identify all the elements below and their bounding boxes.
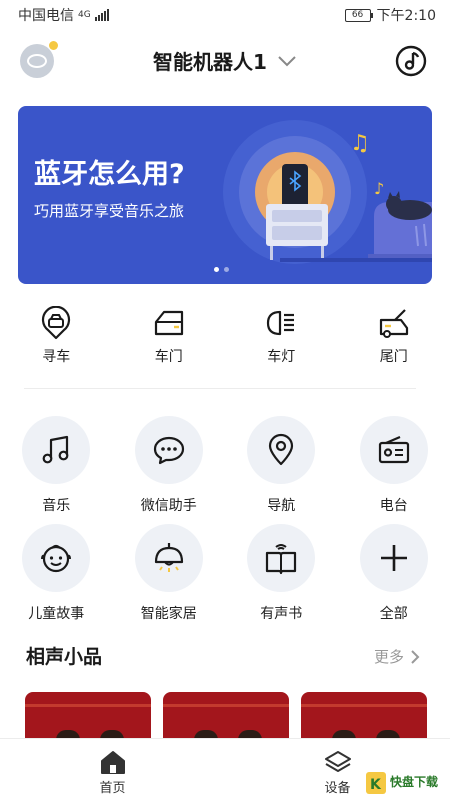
- bluetooth-illustration: ♫ ♪: [223, 120, 432, 264]
- quick-action-label: 车门: [154, 349, 183, 365]
- location-pin-icon: [269, 433, 294, 466]
- status-bar: 中国电信 4G 66 下午2:10: [0, 0, 450, 30]
- quick-action-label: 车灯: [267, 349, 296, 365]
- feature-icon-bg: [22, 416, 91, 484]
- battery-level: 66: [351, 10, 364, 20]
- feature-grid: 音乐 微信助手 导航 电台 儿童故事 智能家居 有声书 全部: [0, 416, 450, 632]
- feature-icon-bg: [359, 524, 428, 592]
- feature-smart-home[interactable]: 智能家居: [113, 524, 226, 632]
- quick-action-lights[interactable]: 车灯: [225, 306, 338, 374]
- svg-text:快盘下载: 快盘下载: [390, 774, 438, 789]
- feature-row: 儿童故事 智能家居 有声书 全部: [0, 524, 450, 632]
- battery-icon: 66: [344, 8, 373, 22]
- feature-icon-bg: [134, 524, 203, 592]
- tailgate-icon: [379, 309, 408, 338]
- feature-label: 电台: [379, 498, 408, 514]
- feature-all[interactable]: 全部: [338, 524, 450, 632]
- feature-label: 微信助手: [140, 498, 197, 514]
- quick-actions: 寻车 车门 车灯 尾门: [0, 306, 450, 374]
- feature-music[interactable]: 音乐: [0, 416, 113, 524]
- carousel-dot: [214, 267, 219, 272]
- tab-home[interactable]: 首页: [0, 739, 225, 800]
- plus-icon: [380, 545, 407, 571]
- svg-text:♫: ♫: [350, 131, 370, 156]
- app-header: 智能机器人1: [0, 38, 450, 84]
- robot-selector[interactable]: 智能机器人1: [0, 46, 450, 75]
- home-icon: [100, 751, 125, 774]
- child-face-icon: [41, 544, 72, 573]
- chat-bubble-icon: [153, 436, 184, 465]
- card-decoration: [163, 704, 289, 707]
- banner-subtitle: 巧用蓝牙享受音乐之旅: [34, 202, 185, 220]
- feature-radio[interactable]: 电台: [338, 416, 450, 524]
- car-locate-icon: [42, 306, 71, 340]
- quick-action-find-car[interactable]: 寻车: [0, 306, 113, 374]
- more-label: 更多: [373, 648, 404, 666]
- clock: 下午2:10: [376, 8, 436, 24]
- car-door-icon: [154, 310, 183, 336]
- feature-wechat[interactable]: 微信助手: [113, 416, 226, 524]
- card-decoration: [301, 704, 427, 707]
- carousel-dot: [224, 267, 229, 272]
- feature-audiobook[interactable]: 有声书: [225, 524, 338, 632]
- music-player-icon[interactable]: [394, 44, 428, 78]
- feature-icon-bg: [247, 416, 316, 484]
- banner-headline: 蓝牙怎么用?: [34, 159, 185, 190]
- signal-icon: [94, 9, 109, 21]
- feature-icon-bg: [22, 524, 91, 592]
- watermark-logo: K 快盘下载: [366, 772, 438, 794]
- feature-row: 音乐 微信助手 导航 电台: [0, 416, 450, 524]
- headlight-icon: [267, 310, 295, 336]
- feature-label: 智能家居: [140, 606, 197, 622]
- music-note-icon: [42, 435, 69, 464]
- carrier-name: 中国电信: [18, 8, 74, 24]
- chevron-right-icon: [411, 649, 420, 664]
- promo-banner[interactable]: ♫ ♪ 蓝牙怎么用? 巧用蓝牙享受音乐之旅: [18, 106, 432, 284]
- feature-navigation[interactable]: 导航: [225, 416, 338, 524]
- audiobook-icon: [266, 544, 297, 575]
- status-right: 66 下午2:10: [344, 5, 436, 25]
- network-type: 4G: [78, 10, 91, 20]
- card-decoration: [25, 704, 151, 707]
- feature-label: 音乐: [42, 498, 71, 514]
- feature-icon-bg: [359, 416, 428, 484]
- feature-label: 儿童故事: [28, 606, 85, 622]
- quick-action-label: 尾门: [379, 349, 408, 365]
- radio-icon: [378, 435, 409, 464]
- feature-icon-bg: [247, 524, 316, 592]
- feature-icon-bg: [134, 416, 203, 484]
- quick-action-tailgate[interactable]: 尾门: [338, 306, 450, 374]
- layers-icon: [324, 751, 351, 772]
- page-title: 智能机器人1: [153, 50, 267, 74]
- feature-kids-stories[interactable]: 儿童故事: [0, 524, 113, 632]
- feature-label: 有声书: [260, 606, 303, 622]
- svg-text:K: K: [370, 777, 382, 793]
- carousel-indicator: [214, 267, 229, 272]
- tab-device-label: 设备: [324, 781, 351, 796]
- ceiling-lamp-icon: [154, 543, 183, 572]
- divider: [24, 388, 416, 389]
- section-title: 相声小品: [26, 646, 103, 668]
- feature-label: 导航: [267, 498, 296, 514]
- tab-home-label: 首页: [99, 781, 126, 796]
- status-left: 中国电信 4G: [18, 5, 109, 25]
- svg-text:♪: ♪: [374, 179, 384, 198]
- feature-label: 全部: [379, 606, 408, 622]
- chevron-down-icon: [278, 55, 296, 66]
- more-link[interactable]: 更多: [374, 646, 420, 667]
- quick-action-label: 寻车: [42, 349, 71, 365]
- quick-action-door[interactable]: 车门: [113, 306, 226, 374]
